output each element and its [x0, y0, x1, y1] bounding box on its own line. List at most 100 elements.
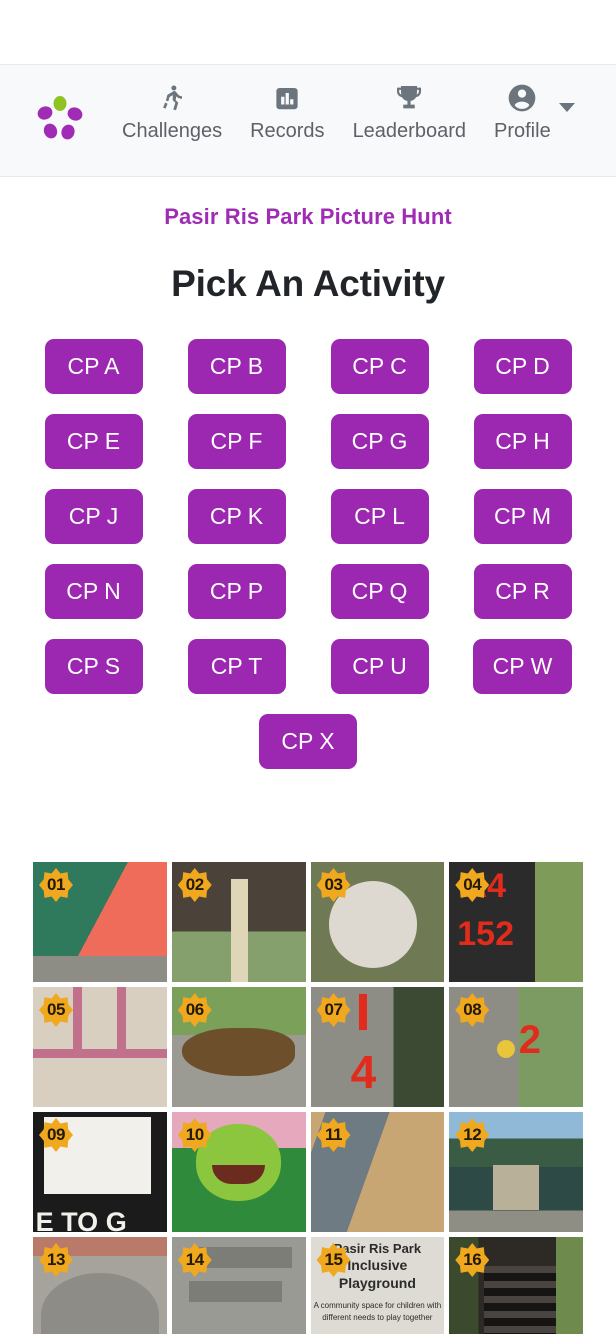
gallery-row: 09 10 11 12	[33, 1112, 583, 1232]
activity-button-cp-m[interactable]: CP M	[473, 489, 572, 544]
checkpoint-badge-icon: 10	[177, 1118, 212, 1152]
badge-number: 16	[463, 1250, 482, 1269]
checkpoint-badge-icon: 03	[316, 868, 351, 902]
activity-button-cp-u[interactable]: CP U	[330, 639, 429, 694]
activity-button-cp-c[interactable]: CP C	[330, 339, 429, 394]
nav-item-challenges[interactable]: Challenges	[108, 81, 236, 141]
activity-button-cp-b[interactable]: CP B	[187, 339, 286, 394]
activity-button-cp-g[interactable]: CP G	[330, 414, 429, 469]
app-page: Challenges Records Leaderboard Profile P…	[0, 0, 616, 1334]
sign-line-3: A community space for children with diff…	[313, 1301, 442, 1323]
activity-button-cp-e[interactable]: CP E	[44, 414, 143, 469]
activity-cell: CP H	[451, 404, 594, 479]
gallery-tile-01[interactable]: 01	[33, 862, 167, 982]
activity-button-cp-t[interactable]: CP T	[187, 639, 286, 694]
checkpoint-badge-icon: 09	[39, 1118, 73, 1152]
activity-cell: CP D	[451, 329, 594, 404]
activity-button-cp-l[interactable]: CP L	[330, 489, 429, 544]
gallery-tile-11[interactable]: 11	[310, 1112, 445, 1232]
activity-cell: CP J	[22, 479, 165, 554]
nav-label-challenges: Challenges	[122, 120, 223, 142]
gallery-tile-12[interactable]: 12	[449, 1112, 583, 1232]
chevron-down-icon[interactable]	[558, 103, 575, 112]
badge-number: 09	[47, 1125, 65, 1144]
account-circle-icon	[506, 81, 538, 115]
badge-number: 11	[325, 1125, 342, 1144]
gallery-tile-09[interactable]: 09	[33, 1112, 167, 1232]
activity-cell: CP C	[308, 329, 451, 404]
gallery-row: 01 02 03 04	[33, 862, 583, 982]
activity-cell: CP S	[22, 629, 165, 704]
gallery-tile-04[interactable]: 04	[449, 862, 583, 982]
activity-cell: CP X	[237, 704, 380, 779]
checkpoint-badge-icon: 15	[316, 1243, 351, 1277]
activity-cell: CP F	[165, 404, 308, 479]
badge-number: 12	[463, 1125, 482, 1144]
nav-label-profile: Profile	[494, 120, 551, 142]
badge-number: 02	[185, 875, 204, 894]
gallery-tile-10[interactable]: 10	[171, 1112, 306, 1232]
activity-button-cp-p[interactable]: CP P	[187, 564, 286, 619]
activity-button-cp-j[interactable]: CP J	[44, 489, 143, 544]
navbar-items: Challenges Records Leaderboard Profile	[108, 65, 604, 141]
badge-number: 14	[185, 1250, 204, 1269]
checkpoint-badge-icon: 08	[455, 993, 490, 1027]
brand-logo-link[interactable]	[12, 65, 108, 178]
gallery-tile-16[interactable]: 16	[449, 1237, 583, 1334]
activity-button-cp-a[interactable]: CP A	[44, 339, 143, 394]
checkpoint-badge-icon: 14	[177, 1243, 212, 1277]
activity-button-cp-k[interactable]: CP K	[187, 489, 286, 544]
gallery-row: 13 14 Pasir Ris Park Inclusive Playgroun…	[33, 1237, 583, 1334]
gallery-tile-03[interactable]: 03	[310, 862, 445, 982]
checkpoint-badge-icon: 02	[177, 868, 212, 902]
activity-cell: CP K	[165, 479, 308, 554]
activity-cell: CP U	[308, 629, 451, 704]
badge-number: 08	[463, 1000, 482, 1019]
gallery-tile-07[interactable]: 07	[310, 987, 445, 1107]
badge-number: 04	[463, 875, 482, 894]
gallery-tile-14[interactable]: 14	[171, 1237, 306, 1334]
activity-button-cp-q[interactable]: CP Q	[330, 564, 429, 619]
activity-cell: CP M	[451, 479, 594, 554]
activity-button-cp-f[interactable]: CP F	[187, 414, 286, 469]
activity-cell: CP G	[308, 404, 451, 479]
checkpoint-badge-icon: 01	[39, 868, 73, 902]
gallery-tile-06[interactable]: 06	[171, 987, 306, 1107]
activity-cell: CP B	[165, 329, 308, 404]
nav-item-leaderboard[interactable]: Leaderboard	[339, 81, 480, 141]
gallery-tile-02[interactable]: 02	[171, 862, 306, 982]
activity-button-cp-x[interactable]: CP X	[259, 714, 357, 769]
activity-cell: CP Q	[308, 554, 451, 629]
activity-button-cp-h[interactable]: CP H	[473, 414, 572, 469]
gallery-tile-15[interactable]: Pasir Ris Park Inclusive Playground A co…	[310, 1237, 445, 1334]
challenge-subtitle: Pasir Ris Park Picture Hunt	[164, 204, 452, 229]
badge-number: 10	[185, 1125, 204, 1144]
activity-button-cp-r[interactable]: CP R	[473, 564, 572, 619]
main-navbar: Challenges Records Leaderboard Profile	[0, 64, 616, 177]
activity-cell: CP A	[22, 329, 165, 404]
checkpoint-photo-gallery: 01 02 03 04	[0, 862, 616, 1334]
activity-cell: CP P	[165, 554, 308, 629]
checkpoint-badge-icon: 04	[455, 868, 490, 902]
activity-button-cp-n[interactable]: CP N	[44, 564, 143, 619]
flower-logo-icon	[32, 91, 88, 152]
gallery-tile-13[interactable]: 13	[33, 1237, 167, 1334]
gallery-tile-05[interactable]: 05	[33, 987, 167, 1107]
gallery-tile-08[interactable]: 08	[449, 987, 583, 1107]
activity-cell: CP W	[451, 629, 594, 704]
gallery-row: 05 06 07 08	[33, 987, 583, 1107]
badge-number: 15	[324, 1250, 343, 1269]
nav-item-profile[interactable]: Profile	[480, 81, 555, 141]
trophy-icon	[393, 81, 425, 115]
top-spacer	[0, 0, 616, 64]
activity-button-cp-w[interactable]: CP W	[472, 639, 573, 694]
page-title: Pick An Activity	[171, 263, 445, 304]
activity-cell: CP N	[22, 554, 165, 629]
bar-chart-icon	[272, 81, 302, 115]
activity-button-cp-d[interactable]: CP D	[473, 339, 572, 394]
activity-button-cp-s[interactable]: CP S	[44, 639, 143, 694]
checkpoint-badge-icon: 07	[316, 993, 351, 1027]
running-person-icon	[157, 81, 187, 115]
checkpoint-badge-icon: 12	[455, 1118, 490, 1152]
nav-item-records[interactable]: Records	[236, 81, 338, 141]
